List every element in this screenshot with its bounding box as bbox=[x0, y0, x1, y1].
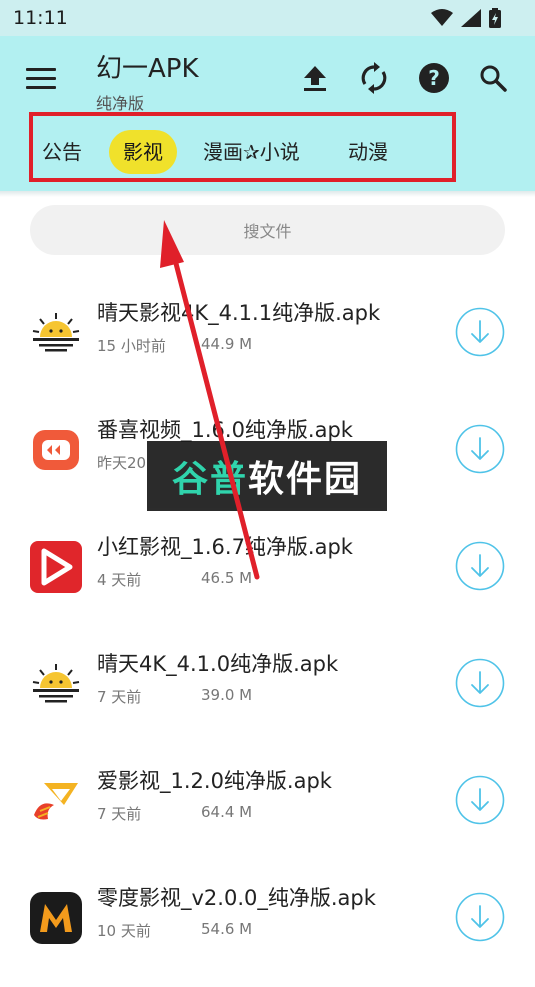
list-item[interactable]: 小红影视_1.6.7纯净版.apk 4 天前 46.5 M bbox=[0, 519, 535, 636]
download-icon[interactable] bbox=[455, 892, 505, 942]
file-size: 46.5 M bbox=[201, 569, 253, 587]
svg-text:?: ? bbox=[428, 66, 440, 90]
lingdu-app-icon bbox=[30, 892, 82, 944]
list-item[interactable]: 晴天4K_4.1.0纯净版.apk 7 天前 39.0 M bbox=[0, 636, 535, 753]
search-placeholder: 搜文件 bbox=[243, 222, 292, 241]
file-size: 39.0 M bbox=[201, 686, 253, 704]
battery-icon bbox=[489, 8, 501, 28]
file-time: 7 天前 bbox=[97, 688, 142, 706]
signal-icon bbox=[461, 9, 481, 27]
upload-icon[interactable] bbox=[297, 60, 333, 96]
file-name: 晴天影视4K_4.1.1纯净版.apk bbox=[97, 301, 381, 325]
file-size: 54.6 M bbox=[201, 920, 253, 938]
wifi-icon bbox=[431, 9, 453, 26]
file-time: 4 天前 bbox=[97, 571, 142, 589]
xiaohong-app-icon bbox=[30, 541, 82, 593]
status-bar: 11:11 bbox=[0, 0, 535, 36]
fanxi-app-icon bbox=[33, 430, 79, 470]
file-time: 15 小时前 bbox=[97, 337, 166, 355]
watermark-logo: 谷普 软件园 bbox=[147, 441, 387, 511]
watermark-text-b: 软件园 bbox=[248, 459, 363, 500]
list-item[interactable]: 爱影视_1.2.0纯净版.apk 7 天前 64.4 M bbox=[0, 753, 535, 870]
file-size: 64.4 M bbox=[201, 803, 253, 821]
file-time: 7 天前 bbox=[97, 805, 142, 823]
sunny-app-icon bbox=[32, 313, 80, 352]
download-icon[interactable] bbox=[455, 424, 505, 474]
search-icon[interactable] bbox=[475, 60, 511, 96]
file-size: 44.9 M bbox=[201, 335, 253, 353]
file-name: 零度影视_v2.0.0_纯净版.apk bbox=[97, 886, 376, 910]
menu-icon[interactable] bbox=[26, 68, 58, 92]
appbar-shadow bbox=[0, 191, 535, 197]
search-input[interactable]: 搜文件 bbox=[30, 205, 505, 255]
status-time: 11:11 bbox=[13, 7, 68, 29]
file-name: 小红影视_1.6.7纯净版.apk bbox=[97, 535, 353, 559]
watermark-text-a: 谷普 bbox=[171, 459, 248, 500]
list-item[interactable]: 零度影视_v2.0.0_纯净版.apk 10 天前 54.6 M bbox=[0, 870, 535, 987]
download-icon[interactable] bbox=[455, 307, 505, 357]
file-name: 晴天4K_4.1.0纯净版.apk bbox=[97, 652, 339, 676]
app-title: 幻一APK bbox=[96, 54, 199, 84]
tab-anime[interactable]: 动漫 bbox=[348, 130, 388, 174]
refresh-icon[interactable] bbox=[356, 60, 392, 96]
download-icon[interactable] bbox=[455, 541, 505, 591]
help-icon[interactable]: ? bbox=[416, 60, 452, 96]
file-name: 爱影视_1.2.0纯净版.apk bbox=[97, 769, 332, 793]
status-icons bbox=[431, 8, 501, 28]
download-icon[interactable] bbox=[455, 775, 505, 825]
tab-announcement[interactable]: 公告 bbox=[42, 130, 82, 174]
download-icon[interactable] bbox=[455, 658, 505, 708]
file-time: 10 天前 bbox=[97, 922, 151, 940]
file-time: 昨天20 bbox=[97, 454, 147, 472]
tab-movies[interactable]: 影视 bbox=[109, 130, 177, 174]
tab-comics-novels[interactable]: 漫画✰小说 bbox=[203, 130, 300, 174]
app-subtitle: 纯净版 bbox=[96, 94, 145, 113]
aiyingshi-app-icon bbox=[34, 783, 78, 820]
list-item[interactable]: 晴天影视4K_4.1.1纯净版.apk 15 小时前 44.9 M bbox=[0, 285, 535, 402]
file-name: 番喜视频_1.6.0纯净版.apk bbox=[97, 418, 353, 442]
sunny-app-icon bbox=[32, 664, 80, 703]
